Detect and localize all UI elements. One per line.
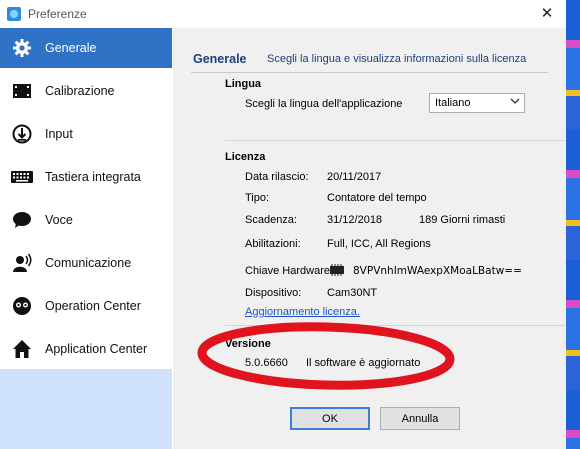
hardware-key-label: Chiave Hardware:: [245, 265, 334, 277]
title-bar: Preferenze ✕: [0, 0, 566, 28]
panel-header: Generale Scegli la lingua e visualizza i…: [173, 42, 566, 76]
home-icon: [11, 338, 33, 360]
language-label: Scegli la lingua dell'applicazione: [245, 98, 403, 110]
sidebar-item-tastiera[interactable]: Tastiera integrata: [0, 157, 172, 197]
desktop-background: [566, 0, 580, 449]
section-licenza-title: Licenza: [225, 151, 266, 163]
license-update-link[interactable]: Aggiornamento licenza.: [245, 306, 360, 318]
type-label: Tipo:: [245, 192, 270, 204]
hardware-key-value: 8VPVnhImWAexpXMoaLBatw==: [353, 265, 522, 277]
sidebar-item-label: Calibrazione: [45, 84, 115, 98]
sidebar-item-label: Generale: [45, 41, 97, 55]
sidebar-item-label: Operation Center: [45, 299, 141, 313]
version-status: Il software è aggiornato: [306, 357, 421, 369]
section-divider: [225, 325, 565, 326]
sidebar-item-application-center[interactable]: Application Center: [0, 329, 172, 369]
speech-bubble-icon: [11, 209, 33, 231]
language-select[interactable]: Italiano: [429, 93, 525, 113]
sidebar-item-generale[interactable]: Generale: [0, 28, 172, 68]
device-label: Dispositivo:: [245, 287, 302, 299]
section-lingua-title: Lingua: [225, 78, 262, 90]
chip-icon: [327, 264, 347, 276]
features-value: Full, ICC, All Regions: [327, 238, 431, 250]
section-divider: [225, 140, 565, 141]
cancel-button[interactable]: Annulla: [380, 407, 460, 430]
screen-icon: [11, 80, 33, 102]
window-title: Preferenze: [28, 7, 87, 21]
settings-panel: Generale Scegli la lingua e visualizza i…: [173, 28, 566, 449]
close-icon[interactable]: ✕: [536, 4, 558, 24]
sidebar-item-label: Application Center: [45, 342, 148, 356]
ok-button[interactable]: OK: [290, 407, 370, 430]
sidebar-item-calibrazione[interactable]: Calibrazione: [0, 71, 172, 111]
sidebar-item-operation-center[interactable]: Operation Center: [0, 286, 172, 326]
expiry-label: Scadenza:: [245, 214, 297, 226]
language-select-value: Italiano: [435, 97, 471, 109]
device-value: Cam30NT: [327, 287, 378, 299]
release-date-value: 20/11/2017: [327, 171, 382, 183]
page-subtitle: Scegli la lingua e visualizza informazio…: [267, 53, 527, 65]
sidebar-item-label: Voce: [45, 213, 73, 227]
sidebar-item-label: Input: [45, 127, 73, 141]
release-date-label: Data rilascio:: [245, 171, 309, 183]
sidebar-item-voce[interactable]: Voce: [0, 200, 172, 240]
sidebar-item-label: Tastiera integrata: [45, 170, 141, 184]
communication-icon: [11, 252, 33, 274]
sidebar-item-comunicazione[interactable]: Comunicazione: [0, 243, 172, 283]
eyes-icon: [11, 295, 33, 317]
keyboard-icon: [11, 166, 33, 188]
type-value: Contatore del tempo: [327, 192, 427, 204]
header-divider: [191, 72, 548, 73]
sidebar-item-label: Comunicazione: [45, 256, 132, 270]
features-label: Abilitazioni:: [245, 238, 301, 250]
version-number: 5.0.6660: [245, 357, 288, 369]
input-icon: [11, 123, 33, 145]
sidebar-footer-panel: [0, 369, 172, 449]
expiry-value: 31/12/2018: [327, 214, 383, 226]
preferences-window: Preferenze ✕ Generale Calibrazione Input: [0, 0, 566, 449]
app-icon: [7, 7, 21, 21]
chevron-down-icon: [510, 96, 520, 109]
page-title: Generale: [193, 52, 247, 66]
section-versione-title: Versione: [225, 338, 271, 350]
sidebar-item-input[interactable]: Input: [0, 114, 172, 154]
days-remaining: 189 Giorni rimasti: [419, 214, 506, 226]
gear-icon: [11, 37, 33, 59]
